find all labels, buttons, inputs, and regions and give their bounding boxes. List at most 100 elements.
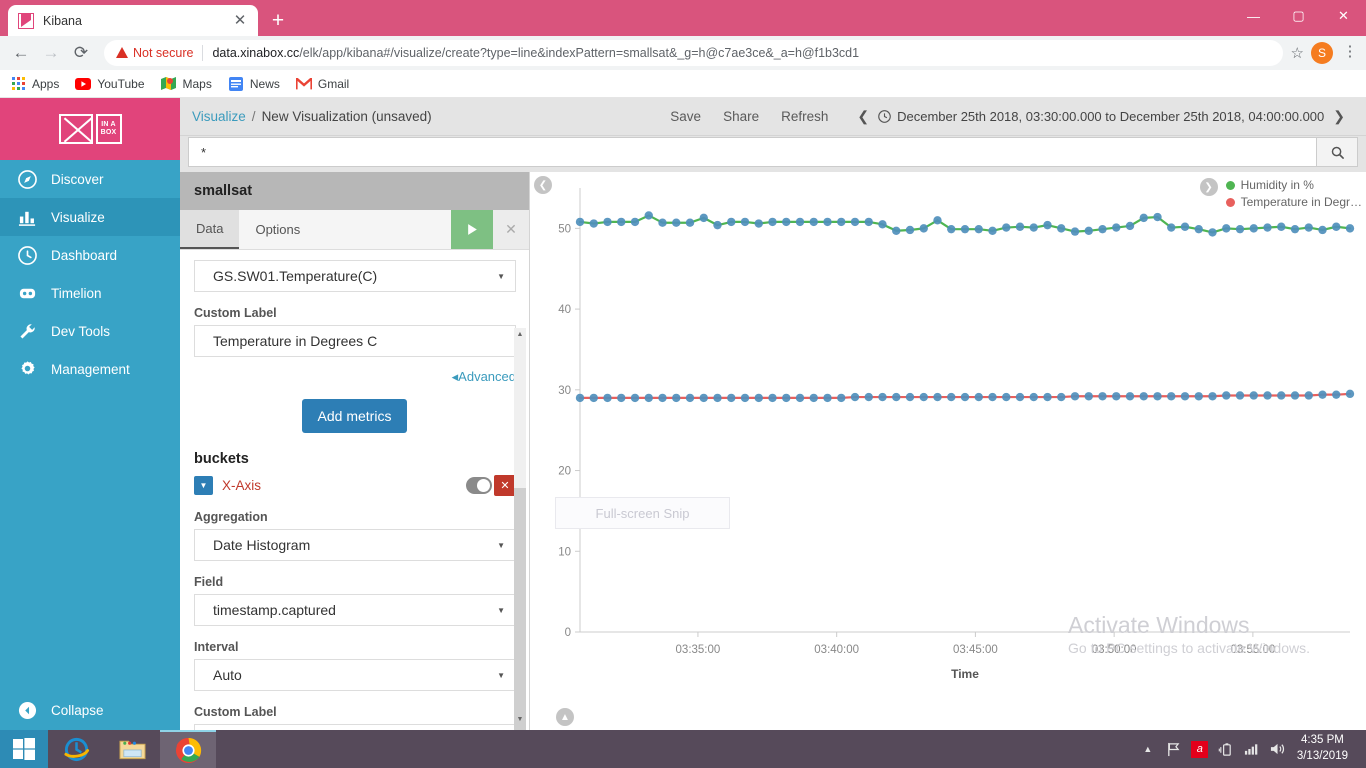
bookmark-maps[interactable]: Maps — [161, 76, 212, 92]
address-bar[interactable]: Not secure data.xinabox.cc/elk/app/kiban… — [104, 39, 1283, 66]
bookmark-gmail[interactable]: Gmail — [295, 76, 349, 92]
interval-select[interactable]: Auto — [194, 659, 516, 691]
show-hidden-icons-icon[interactable]: ▲ — [1135, 730, 1161, 768]
time-prev-button[interactable]: ❮ — [848, 108, 878, 125]
refresh-button[interactable]: Refresh — [781, 109, 828, 124]
breadcrumb-visualize[interactable]: Visualize — [192, 109, 246, 124]
legend-item-humidity[interactable]: Humidity in % — [1225, 178, 1362, 192]
collapse-editor-button[interactable]: ❮ — [534, 176, 552, 194]
maps-icon — [161, 76, 177, 92]
aggregation-select[interactable]: Date Histogram — [194, 529, 516, 561]
profile-avatar[interactable]: S — [1311, 41, 1333, 64]
reload-button[interactable]: ⟳ — [66, 38, 96, 68]
expand-spy-panel-button[interactable]: ▲ — [556, 708, 574, 726]
svg-text:03:35:00: 03:35:00 — [676, 644, 721, 656]
logo-x-icon — [58, 114, 93, 144]
discard-changes-button[interactable]: ✕ — [493, 210, 529, 249]
clock-date: 3/13/2019 — [1296, 750, 1348, 762]
logo-line-1: IN A — [101, 120, 116, 128]
interval-label: Interval — [194, 640, 239, 654]
time-range-text: December 25th 2018, 03:30:00.000 to Dece… — [897, 109, 1325, 124]
xinabox-logo: IN A BOX — [0, 98, 180, 160]
svg-text:40: 40 — [558, 304, 571, 316]
taskbar-internet-explorer[interactable] — [48, 730, 104, 768]
bookmark-star-icon[interactable]: ☆ — [1291, 44, 1304, 62]
advanced-toggle[interactable]: ◂Advanced — [194, 369, 516, 385]
chrome-menu-icon[interactable]: ⋮ — [1340, 45, 1360, 59]
share-button[interactable]: Share — [723, 109, 759, 124]
visualization-editor-panel: smallsat Data Options ✕ GS.SW01.Temperat… — [180, 172, 730, 730]
clock-icon — [878, 110, 891, 123]
add-metrics-button[interactable]: Add metrics — [301, 399, 408, 433]
bucket-enable-toggle[interactable] — [466, 477, 492, 494]
bookmark-youtube[interactable]: YouTube — [75, 76, 145, 92]
kibana-sidebar: IN A BOX Discover Visualize Dashboard Ti… — [0, 98, 180, 730]
close-window-button[interactable]: ✕ — [1321, 0, 1366, 32]
gmail-icon — [295, 76, 312, 92]
legend-label: Humidity in % — [1240, 178, 1314, 192]
logo-line-2: BOX — [100, 129, 117, 136]
sidebar-item-dashboard[interactable]: Dashboard — [0, 236, 180, 274]
search-input[interactable]: * — [188, 137, 1316, 167]
metric-custom-label-title: Custom Label — [194, 306, 277, 320]
sidebar-item-dev-tools[interactable]: Dev Tools — [0, 312, 180, 350]
bookmark-apps[interactable]: Apps — [10, 76, 59, 92]
breadcrumb-separator: / — [251, 109, 256, 124]
taskbar-clock[interactable]: 4:35 PM 3/13/2019 — [1291, 733, 1358, 764]
sidebar-item-label: Management — [51, 361, 130, 377]
new-tab-button[interactable]: + — [264, 6, 292, 34]
sidebar-item-label: Dashboard — [51, 247, 118, 263]
tab-close-icon[interactable]: ✕ — [232, 13, 248, 29]
scroll-up-arrow-icon[interactable]: ▲ — [514, 328, 526, 341]
kibana-body: smallsat Data Options ✕ GS.SW01.Temperat… — [180, 172, 1366, 730]
legend-toggle-button[interactable]: ❯ — [1199, 178, 1218, 196]
query-bar: * — [180, 136, 1366, 172]
wifi-signal-icon[interactable] — [1239, 730, 1265, 768]
scroll-down-arrow-icon[interactable]: ▼ — [514, 713, 526, 726]
bookmark-news[interactable]: News — [228, 76, 280, 92]
volume-icon[interactable] — [1265, 730, 1291, 768]
time-next-button[interactable]: ❯ — [1324, 108, 1354, 125]
visualization-chart-panel: ❮ ▲ ❯ Humidity in % Temperature in Degr… — [530, 172, 1366, 730]
legend-item-temperature[interactable]: Temperature in Degr… — [1225, 195, 1362, 209]
bucket-remove-button[interactable]: ✕ — [494, 475, 516, 496]
system-tray: ▲ a 4:35 PM 3/13/2019 — [1135, 730, 1366, 768]
svg-text:10: 10 — [558, 546, 571, 558]
minimize-button[interactable]: — — [1231, 0, 1276, 32]
sidebar-item-management[interactable]: Management — [0, 350, 180, 388]
sidebar-item-timelion[interactable]: Timelion — [0, 274, 180, 312]
maximize-button[interactable]: ▢ — [1276, 0, 1321, 32]
sidebar-item-visualize[interactable]: Visualize — [0, 198, 180, 236]
editor-scrollbar[interactable]: ▲ ▼ — [514, 328, 526, 730]
dashboard-icon — [16, 245, 38, 265]
sidebar-collapse-button[interactable]: Collapse — [0, 690, 180, 730]
chevron-down-icon[interactable]: ▼ — [194, 476, 213, 495]
field-select[interactable]: timestamp.captured — [194, 594, 516, 626]
windows-start-icon[interactable] — [0, 730, 48, 768]
apply-changes-button[interactable] — [451, 210, 493, 249]
forward-button: → — [42, 42, 60, 62]
bucket-custom-label-label: Custom Label — [194, 705, 277, 719]
sidebar-item-discover[interactable]: Discover — [0, 160, 180, 198]
action-center-flag-icon[interactable] — [1161, 730, 1187, 768]
tab-options[interactable]: Options — [239, 210, 316, 249]
bookmark-label: Maps — [182, 76, 212, 91]
tab-data[interactable]: Data — [180, 210, 240, 249]
line-chart-svg: 0 10 20 30 40 50 03:35:00 03:40:00 03:45:00 03:50… — [558, 188, 1355, 681]
battery-icon[interactable] — [1213, 730, 1239, 768]
taskbar-file-explorer[interactable] — [104, 730, 160, 768]
chart-plot-area[interactable]: 0 10 20 30 40 50 03:35:00 03:40:00 03:45:00 03:50… — [530, 172, 1366, 730]
search-submit-button[interactable] — [1316, 137, 1358, 167]
back-button[interactable]: ← — [6, 38, 36, 68]
scrollbar-thumb[interactable] — [514, 488, 526, 730]
metric-custom-label-input[interactable]: Temperature in Degrees C — [194, 325, 516, 357]
metric-field-select[interactable]: GS.SW01.Temperature(C) — [194, 260, 516, 292]
sidebar-collapse-label: Collapse — [51, 702, 104, 718]
browser-tab[interactable]: Kibana ✕ — [8, 5, 258, 36]
avira-antivirus-icon[interactable]: a — [1187, 730, 1213, 768]
time-range-picker[interactable]: ❮ December 25th 2018, 03:30:00.000 to De… — [848, 108, 1354, 125]
not-secure-indicator[interactable]: Not secure — [116, 46, 193, 60]
save-button[interactable]: Save — [670, 109, 701, 124]
taskbar-chrome[interactable] — [160, 730, 216, 768]
svg-text:0: 0 — [565, 627, 571, 639]
